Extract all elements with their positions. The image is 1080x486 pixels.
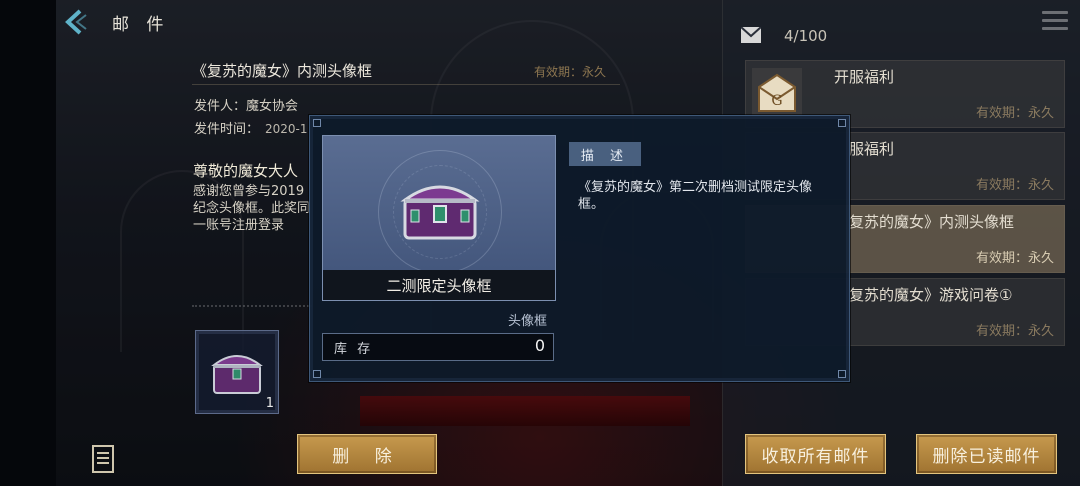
item-type: 头像框	[508, 314, 548, 329]
mail-item-expire: 有效期：永久	[975, 324, 1054, 339]
sender-label: 发件人：	[194, 99, 247, 114]
item-name: 二测限定头像框	[323, 270, 555, 300]
svg-text:G: G	[771, 93, 782, 109]
letter-seal-icon: G	[752, 68, 802, 118]
mail-item-expire: 有效期：永久	[975, 251, 1054, 266]
item-description: 《复苏的魔女》第二次删档测试限定头像框。	[578, 180, 813, 212]
mail-count: 4/100	[784, 27, 828, 45]
mail-item-name: 复苏的魔女》内测头像框	[849, 213, 1015, 231]
stock-row: 库 存 0	[322, 333, 554, 361]
mail-send-time: 发件时间： 2020-1	[194, 118, 308, 137]
delete-read-button[interactable]: 删除已读邮件	[916, 434, 1057, 474]
time-value: 2020-1	[265, 122, 308, 136]
divider	[192, 84, 620, 85]
mail-item-expire: 有效期：永久	[975, 178, 1054, 193]
mail-title: 《复苏的魔女》内测头像框	[192, 62, 373, 80]
mail-item-name: 开服福利	[834, 68, 895, 86]
notes-icon[interactable]	[92, 445, 114, 473]
attachment-count: 1	[265, 396, 274, 411]
mail-body: 感谢您曾参与2019纪念头像框。此奖同一账号注册登录	[193, 184, 311, 233]
item-preview: 二测限定头像框	[322, 135, 556, 301]
delete-button[interactable]: 删 除	[297, 434, 437, 474]
page-title: 邮 件	[112, 15, 170, 35]
attachment-slot[interactable]: 1	[195, 330, 279, 414]
mail-greeting: 尊敬的魔女大人	[193, 162, 299, 180]
item-info-popup: 二测限定头像框 头像框 库 存 0 描 述 《复苏的魔女》第二次删档测试限定头像…	[309, 115, 850, 382]
back-arrow-icon[interactable]	[62, 8, 90, 36]
left-black-bar	[0, 0, 56, 486]
time-label: 发件时间：	[194, 122, 260, 137]
mail-item-name: 服福利	[849, 140, 895, 158]
stock-label: 库 存	[334, 342, 374, 357]
collect-all-button[interactable]: 收取所有邮件	[745, 434, 886, 474]
description-tag: 描 述	[569, 142, 641, 166]
stock-value: 0	[534, 336, 545, 355]
mail-item-expire: 有效期：永久	[975, 106, 1054, 121]
divider	[192, 305, 312, 307]
chest-icon	[211, 355, 263, 394]
mail-item-name: 复苏的魔女》游戏问卷①	[849, 286, 1013, 304]
chest-icon	[400, 185, 480, 240]
envelope-icon	[741, 27, 761, 43]
mail-expire: 有效期：永久	[534, 65, 607, 79]
mail-sender: 发件人：魔女协会	[194, 95, 298, 114]
sender-name: 魔女协会	[246, 99, 299, 114]
